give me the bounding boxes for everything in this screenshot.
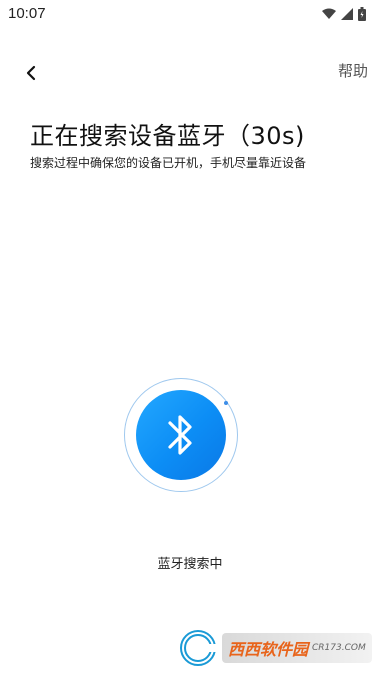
status-icons — [322, 6, 366, 22]
chevron-left-icon — [26, 65, 36, 81]
page-title: 正在搜索设备蓝牙（30s) — [30, 122, 305, 150]
bluetooth-icon — [168, 415, 192, 455]
scan-status-text: 蓝牙搜索中 — [157, 557, 223, 572]
status-bar: 10:07 — [0, 0, 380, 28]
bluetooth-circle — [136, 390, 226, 480]
status-time: 10:07 — [8, 5, 46, 22]
signal-icon — [341, 8, 353, 20]
bluetooth-scan-indicator — [124, 378, 238, 492]
help-link[interactable]: 帮助 — [338, 60, 368, 81]
scan-dot — [224, 401, 228, 405]
watermark-logo — [180, 630, 220, 666]
watermark-brand: 西西软件园 — [228, 640, 309, 659]
battery-icon — [358, 7, 366, 21]
watermark-badge: 西西软件园 CR173.COM — [222, 633, 372, 663]
page-subtitle: 搜索过程中确保您的设备已开机，手机尽量靠近设备 — [30, 156, 307, 170]
back-button[interactable] — [18, 60, 44, 86]
nav-bar: 帮助 — [0, 56, 380, 90]
watermark-domain: CR173.COM — [312, 643, 366, 653]
wifi-icon — [322, 8, 336, 19]
watermark: 西西软件园 CR173.COM — [180, 628, 372, 668]
